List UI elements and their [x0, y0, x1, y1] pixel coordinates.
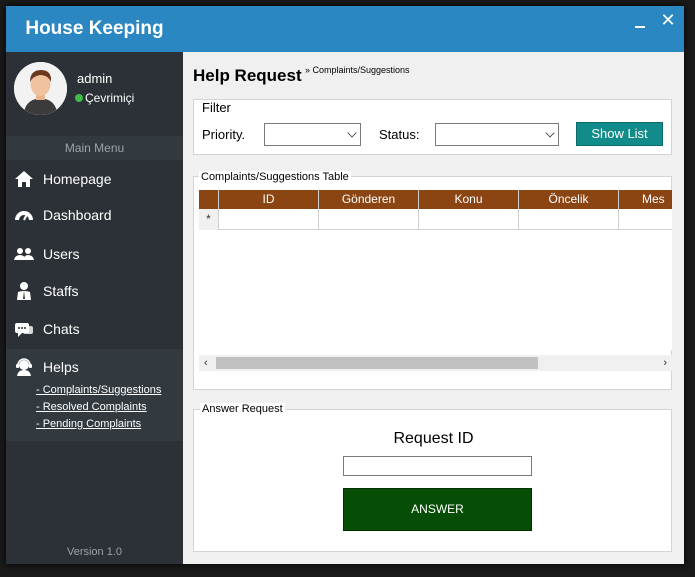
app-window: House Keeping admin Çevrimiçi Main Menu … — [6, 6, 684, 564]
status-label: Status: — [379, 127, 420, 142]
request-id-label: Request ID — [393, 430, 474, 447]
table-cell[interactable] — [219, 209, 319, 230]
app-title: House Keeping — [6, 6, 183, 52]
user-name: admin — [77, 71, 113, 86]
user-status-label: Çevrimiçi — [85, 91, 135, 105]
sidebar: House Keeping admin Çevrimiçi Main Menu … — [6, 6, 183, 564]
close-button[interactable]: ✕ — [658, 10, 678, 30]
column-header-subject[interactable]: Konu — [419, 190, 519, 209]
sidebar-item-label: Helps — [43, 358, 79, 375]
table-cell[interactable] — [619, 209, 672, 230]
sidebar-item-users[interactable]: Users — [6, 235, 183, 272]
table-cell[interactable] — [319, 209, 419, 230]
new-row-marker: * — [199, 209, 219, 230]
avatar — [14, 62, 67, 115]
priority-select[interactable] — [264, 123, 361, 146]
home-icon — [14, 169, 34, 189]
scroll-left-icon[interactable]: ‹ — [204, 357, 208, 369]
scroll-right-icon[interactable]: › — [663, 357, 667, 369]
show-list-button[interactable]: Show List — [576, 122, 663, 146]
sidebar-item-label: Dashboard — [43, 206, 112, 223]
sidebar-item-helps[interactable]: Helps — [6, 348, 183, 385]
filter-legend: Filter — [200, 100, 233, 115]
column-header-sender[interactable]: Gönderen — [319, 190, 419, 209]
sidebar-item-label: Homepage — [43, 170, 112, 187]
column-header-priority[interactable]: Öncelik — [519, 190, 619, 209]
table-legend: Complaints/Suggestions Table — [199, 171, 351, 183]
status-select[interactable] — [435, 123, 559, 146]
horizontal-scrollbar[interactable]: ‹ › — [199, 355, 672, 371]
close-icon: ✕ — [660, 10, 676, 30]
version-label: Version 1.0 — [66, 546, 123, 558]
row-header-corner — [199, 190, 219, 209]
sidebar-item-label: Users — [43, 245, 80, 262]
chevron-down-icon — [347, 128, 357, 138]
staff-icon — [14, 281, 34, 301]
minimize-button[interactable] — [635, 26, 645, 28]
link-pending-complaints[interactable]: - Pending Complaints — [36, 418, 141, 430]
table-cell[interactable] — [419, 209, 519, 230]
online-status-icon — [75, 94, 83, 102]
sidebar-item-label: Staffs — [43, 282, 79, 299]
breadcrumb: » Complaints/Suggestions — [305, 65, 410, 75]
title-bar — [183, 6, 684, 52]
user-status: Çevrimiçi — [75, 91, 134, 105]
column-header-message[interactable]: Mes — [619, 190, 672, 209]
page-title: Help Request — [193, 66, 302, 85]
priority-label: Priority. — [202, 127, 246, 142]
chevron-down-icon — [545, 128, 555, 138]
answer-legend: Answer Request — [200, 403, 285, 415]
menu-header: Main Menu — [6, 136, 183, 160]
table-cell[interactable] — [519, 209, 619, 230]
main-panel: Help Request » Complaints/Suggestions Fi… — [183, 52, 684, 564]
chat-icon — [14, 319, 34, 339]
table-row[interactable]: * — [199, 209, 672, 230]
scrollbar-thumb[interactable] — [216, 357, 538, 369]
sidebar-item-homepage[interactable]: Homepage — [6, 160, 183, 197]
speedometer-icon — [14, 205, 34, 225]
complaints-table[interactable]: ID Gönderen Konu Öncelik Mes * — [199, 190, 672, 350]
answer-button[interactable]: ANSWER — [343, 488, 532, 531]
request-id-input[interactable] — [343, 456, 532, 476]
column-header-id[interactable]: ID — [219, 190, 319, 209]
link-complaints-suggestions[interactable]: - Complaints/Suggestions — [36, 384, 161, 396]
sidebar-item-chats[interactable]: Chats — [6, 310, 183, 347]
sidebar-item-label: Chats — [43, 320, 80, 337]
sidebar-item-dashboard[interactable]: Dashboard — [6, 196, 183, 233]
sidebar-item-staffs[interactable]: Staffs — [6, 272, 183, 309]
help-icon — [14, 357, 34, 377]
table-header-row: ID Gönderen Konu Öncelik Mes — [199, 190, 672, 209]
link-resolved-complaints[interactable]: - Resolved Complaints — [36, 401, 147, 413]
users-icon — [14, 244, 34, 264]
